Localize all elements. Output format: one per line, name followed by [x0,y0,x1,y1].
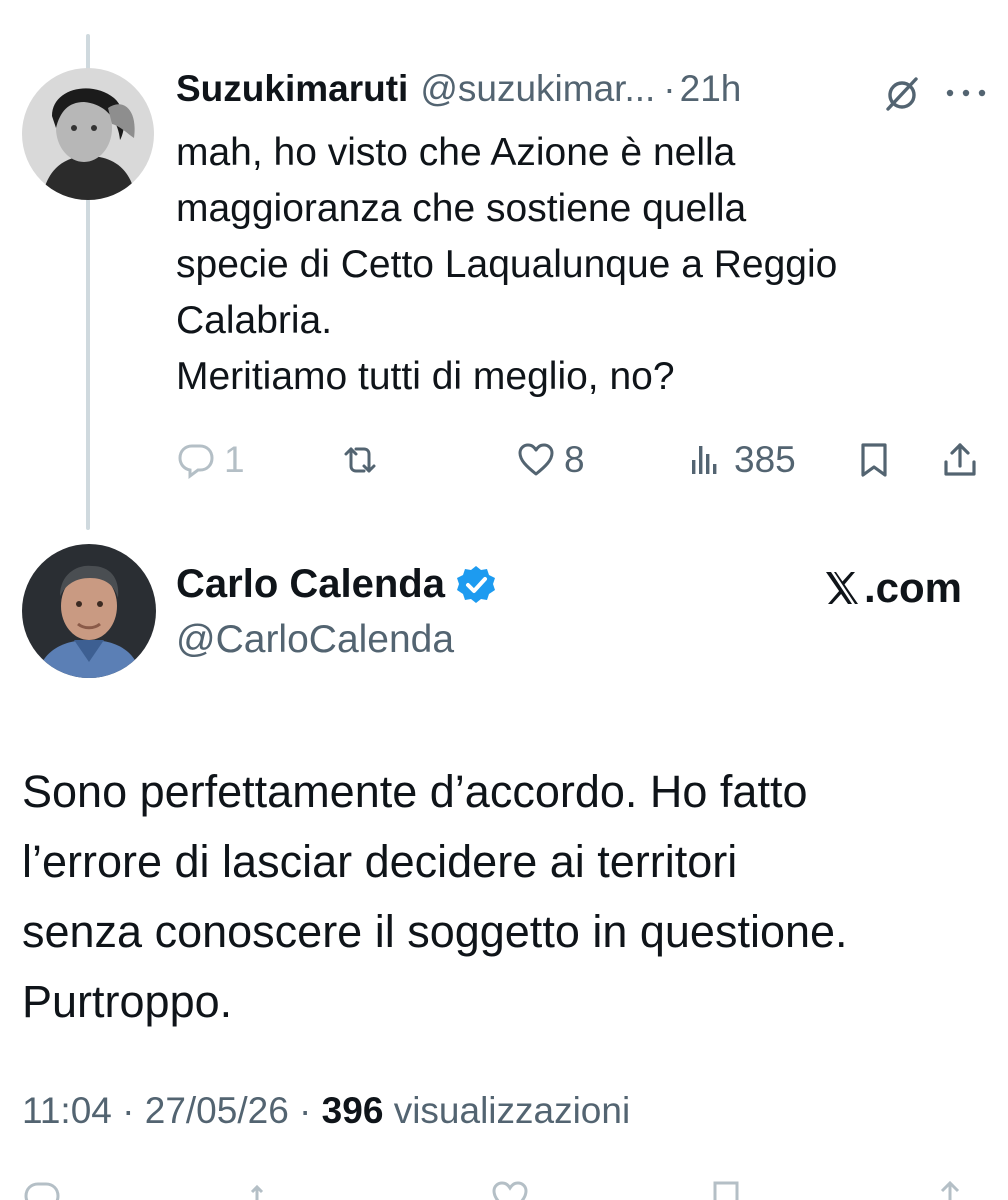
like-count: 8 [564,439,585,480]
views-count: 385 [734,439,796,480]
main-author-handle[interactable]: @CarloCalenda [176,618,454,662]
reply-header: Suzukimaruti @suzukimar... · 21h [176,64,986,114]
share-icon[interactable] [930,1178,970,1200]
main-action-bar [0,1176,1008,1200]
share-icon [944,443,976,476]
reply-text-line: mah, ho visto che Azione è nella [176,131,736,174]
tweet-views-label: visualizzazioni [393,1090,631,1131]
main-tweet-text: Sono perfettamente d’accordo. Ho fatto l… [22,757,992,1037]
reply-author-handle[interactable]: @suzukimar... [420,68,655,110]
x-com-source[interactable]: .com [822,562,962,614]
reply-text-line: Meritiamo tutti di meglio, no? [176,355,675,398]
reply-text-line: specie di Cetto Laqualunque a Reggio [176,243,838,286]
main-text-line: l’errore di lasciar decidere ai territor… [22,836,738,887]
reply-icon[interactable] [22,1178,62,1200]
tweet-time[interactable]: 11:04 [22,1090,112,1131]
reply-text-line: Calabria. [176,299,333,342]
bookmark-icon [861,443,887,477]
reply-button[interactable]: 1 [176,434,245,486]
like-button[interactable]: 8 [516,434,585,486]
x-logo-icon [826,572,858,604]
tweet-meta: 11:04 · 27/05/26 · 396 visualizzazioni [22,1090,630,1132]
bookmark-button[interactable] [854,434,894,486]
views-button[interactable]: 385 [686,434,796,486]
grok-icon[interactable] [882,74,922,114]
main-author-name-row: Carlo Calenda [176,562,497,607]
more-options-icon[interactable] [944,86,988,98]
meta-separator: · [111,1090,145,1131]
like-icon [518,443,554,476]
retweet-icon [344,447,376,473]
reply-count: 1 [224,439,245,480]
views-icon [692,446,717,474]
reply-text: mah, ho visto che Azione è nella maggior… [176,125,976,405]
reply-action-bar: 1 8 385 [176,434,986,486]
reply-author-name[interactable]: Suzukimaruti [176,68,408,110]
reply-text-line: maggioranza che sostiene quella [176,187,747,230]
main-author-name[interactable]: Carlo Calenda [176,562,445,607]
main-avatar[interactable] [22,544,156,678]
tweet-view-count: 396 [321,1090,384,1131]
bookmark-icon[interactable] [706,1178,746,1200]
main-text-line: Sono perfettamente d’accordo. Ho fatto [22,766,808,817]
main-text-line: senza conoscere il soggetto in questione… [22,906,848,957]
source-label: .com [864,564,963,611]
retweet-icon[interactable] [246,1178,286,1200]
retweet-button[interactable] [340,434,388,486]
reply-icon [178,444,214,479]
share-button[interactable] [940,434,980,486]
meta-separator: · [288,1090,322,1131]
main-text-line: Purtroppo. [22,976,233,1027]
verified-badge-icon [456,565,495,603]
reply-avatar[interactable] [22,68,154,200]
tweet-date[interactable]: 27/05/26 [145,1090,289,1131]
like-icon[interactable] [490,1178,530,1200]
reply-timestamp[interactable]: 21h [680,68,742,110]
header-separator: · [663,68,676,109]
